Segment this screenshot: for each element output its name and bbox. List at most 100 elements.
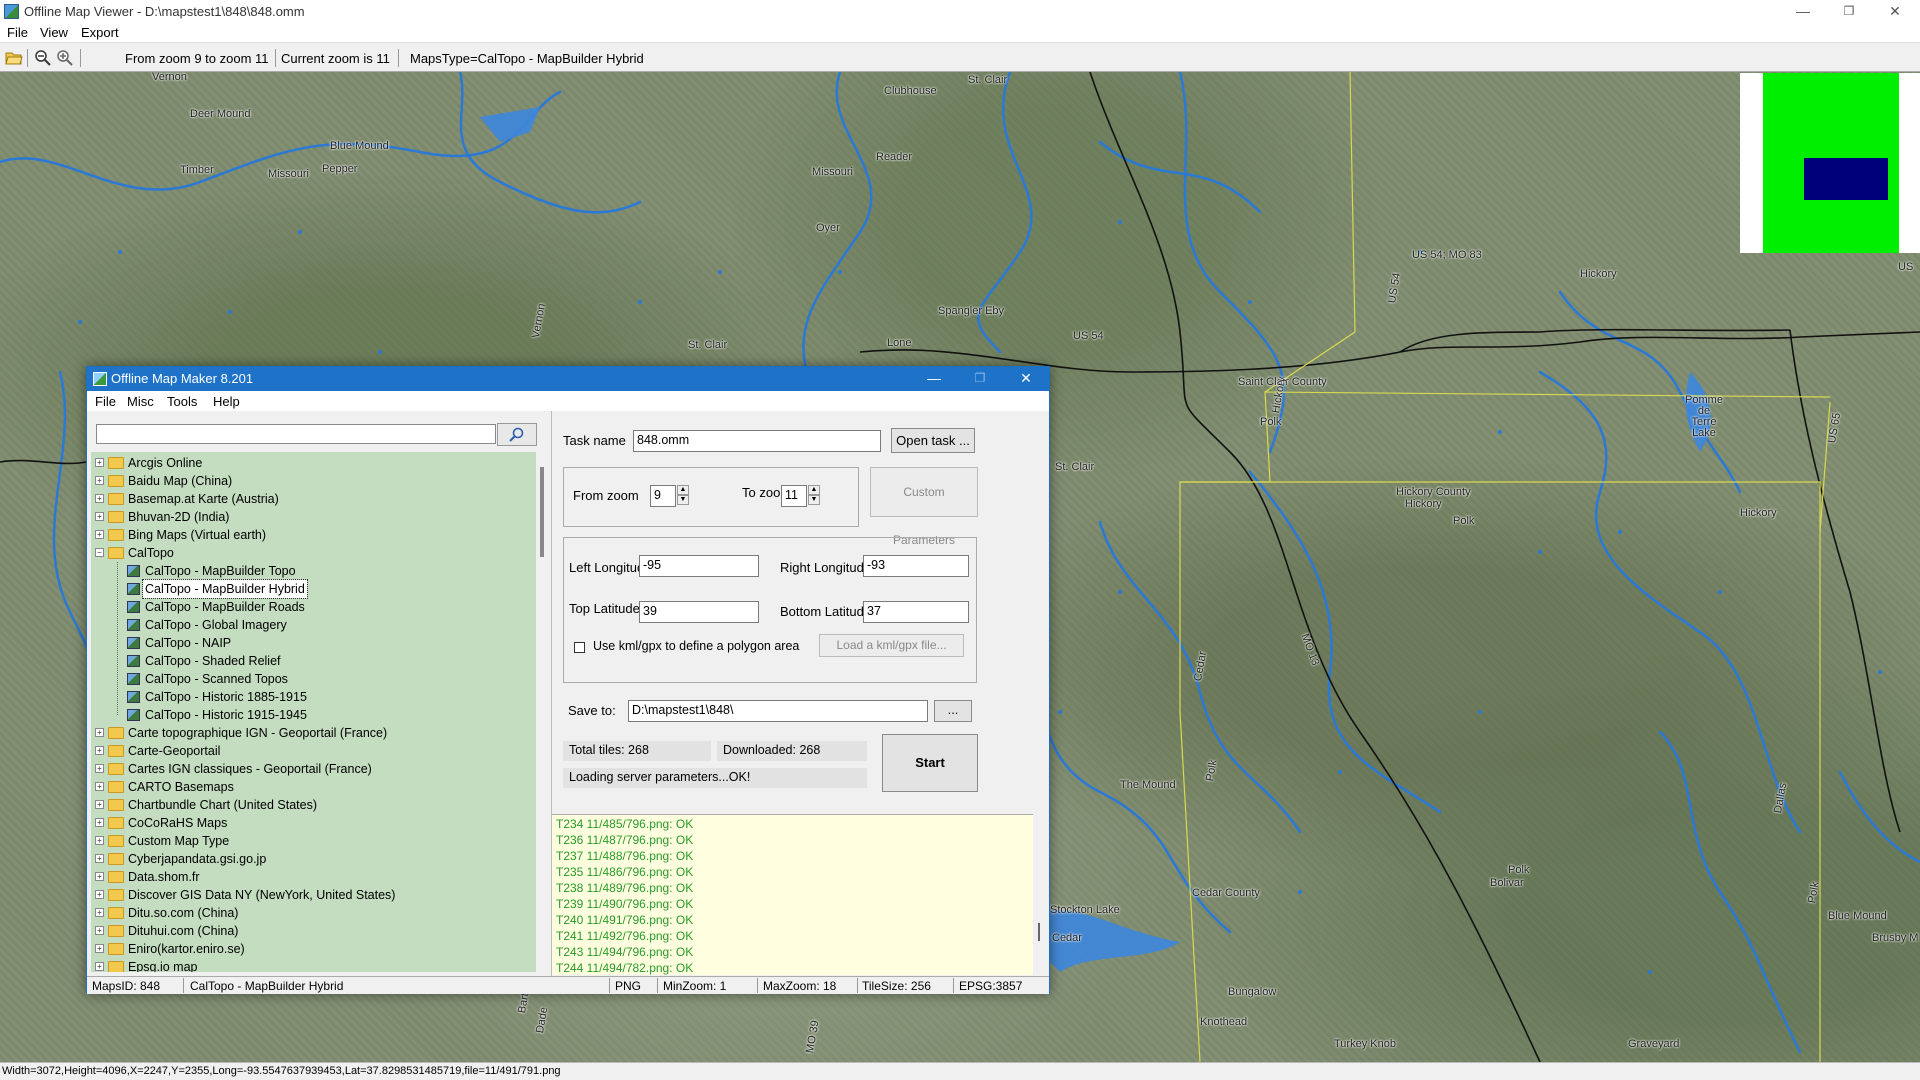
tree-folder-item[interactable]: + Bhuvan-2D (India) — [91, 508, 531, 526]
expand-icon[interactable]: + — [95, 458, 104, 467]
tree-map-item[interactable]: CalTopo - Scanned Topos — [91, 670, 531, 688]
task-name-input[interactable]: 848.omm — [633, 430, 881, 452]
top-latitude-input[interactable]: 39 — [639, 601, 759, 623]
map-type-tree[interactable]: + Arcgis Online + Baidu Map (China) + Basemap… — [91, 452, 536, 972]
tree-map-item[interactable]: CalTopo - MapBuilder Roads — [91, 598, 531, 616]
tree-folder-item[interactable]: + Data.shom.fr — [91, 868, 531, 886]
tree-folder-item[interactable]: + Bing Maps (Virtual earth) — [91, 526, 531, 544]
expand-icon[interactable]: + — [95, 764, 104, 773]
spin-down-icon[interactable]: ▼ — [677, 495, 689, 505]
bottom-latitude-label: Bottom Latitude — [780, 604, 872, 619]
tree-map-item[interactable]: CalTopo - MapBuilder Topo — [91, 562, 531, 580]
log-scrollbar-thumb[interactable] — [1038, 923, 1040, 941]
map-label: St. Clair — [968, 74, 1008, 86]
tree-folder-item[interactable]: + Arcgis Online — [91, 454, 531, 472]
tree-folder-item[interactable]: + Chartbundle Chart (United States) — [91, 796, 531, 814]
expand-icon[interactable]: + — [95, 926, 104, 935]
use-kml-checkbox[interactable] — [574, 642, 585, 653]
expand-icon[interactable]: + — [95, 872, 104, 881]
expand-icon[interactable]: + — [95, 818, 104, 827]
status-separator — [953, 978, 954, 993]
tree-map-item[interactable]: CalTopo - Historic 1915-1945 — [91, 706, 531, 724]
to-zoom-spinner[interactable]: ▲ ▼ — [808, 485, 820, 507]
zoom-in-icon[interactable] — [56, 49, 74, 67]
expand-icon[interactable]: + — [95, 890, 104, 899]
dialog-menu-misc[interactable]: Misc — [127, 394, 154, 409]
map-search-input[interactable] — [96, 424, 496, 444]
tree-folder-item[interactable]: − CalTopo — [91, 544, 531, 562]
tree-folder-item[interactable]: + Cartes IGN classiques - Geoportail (Fra… — [91, 760, 531, 778]
save-to-input[interactable]: D:\mapstest1\848\ — [628, 700, 928, 722]
tree-item-label: Epsg.io map — [128, 960, 198, 972]
browse-folder-button[interactable]: ... — [934, 700, 972, 722]
close-button[interactable]: ✕ — [1872, 0, 1918, 23]
start-button[interactable]: Start — [882, 734, 978, 792]
dialog-menu-help[interactable]: Help — [213, 394, 240, 409]
custom-parameters-button[interactable]: Custom Parameters — [870, 467, 978, 547]
open-folder-icon[interactable] — [5, 49, 23, 67]
tree-folder-item[interactable]: + Basemap.at Karte (Austria) — [91, 490, 531, 508]
tree-folder-item[interactable]: + Ditu.so.com (China) — [91, 904, 531, 922]
status-separator — [757, 978, 758, 993]
to-zoom-input[interactable]: 11 — [781, 485, 807, 507]
tree-folder-item[interactable]: + CARTO Basemaps — [91, 778, 531, 796]
maximize-button[interactable]: ❐ — [1826, 0, 1872, 23]
tree-map-item[interactable]: CalTopo - Shaded Relief — [91, 652, 531, 670]
menu-export[interactable]: Export — [81, 25, 119, 40]
collapse-icon[interactable]: − — [95, 548, 104, 557]
log-scrollbar[interactable] — [1033, 814, 1045, 974]
dialog-maximize-button[interactable]: ❐ — [957, 367, 1003, 391]
tree-folder-item[interactable]: + CoCoRaHS Maps — [91, 814, 531, 832]
expand-icon[interactable]: + — [95, 908, 104, 917]
expand-icon[interactable]: + — [95, 944, 104, 953]
load-kml-button[interactable]: Load a kml/gpx file... — [819, 634, 964, 657]
from-zoom-input[interactable]: 9 — [650, 485, 676, 507]
tree-folder-item[interactable]: + Cyberjapandata.gsi.go.jp — [91, 850, 531, 868]
expand-icon[interactable]: + — [95, 962, 104, 971]
expand-icon[interactable]: + — [95, 476, 104, 485]
expand-icon[interactable]: + — [95, 854, 104, 863]
right-longitude-label: Right Longitude — [780, 560, 872, 575]
tree-folder-item[interactable]: + Epsg.io map — [91, 958, 531, 972]
spin-down-icon[interactable]: ▼ — [808, 495, 820, 505]
download-log[interactable]: T234 11/485/796.png: OK T236 11/487/796.p… — [552, 814, 1033, 975]
tree-folder-item[interactable]: + Baidu Map (China) — [91, 472, 531, 490]
expand-icon[interactable]: + — [95, 800, 104, 809]
tree-map-item[interactable]: CalTopo - MapBuilder Hybrid — [91, 579, 531, 599]
tree-scrollbar-thumb[interactable] — [540, 467, 544, 557]
expand-icon[interactable]: + — [95, 782, 104, 791]
open-task-button[interactable]: Open task ... — [891, 428, 975, 453]
expand-icon[interactable]: + — [95, 836, 104, 845]
minimize-button[interactable]: — — [1780, 0, 1826, 23]
left-longitude-input[interactable]: -95 — [639, 555, 759, 577]
expand-icon[interactable]: + — [95, 746, 104, 755]
tree-folder-item[interactable]: + Carte-Geoportail — [91, 742, 531, 760]
dialog-menu-file[interactable]: File — [95, 394, 116, 409]
dialog-menu-tools[interactable]: Tools — [167, 394, 197, 409]
tree-folder-item[interactable]: + Dituhui.com (China) — [91, 922, 531, 940]
minimap-viewport[interactable] — [1804, 158, 1888, 200]
menu-view[interactable]: View — [40, 25, 68, 40]
expand-icon[interactable]: + — [95, 512, 104, 521]
tree-folder-item[interactable]: + Discover GIS Data NY (NewYork, United S… — [91, 886, 531, 904]
tree-map-item[interactable]: CalTopo - NAIP — [91, 634, 531, 652]
tree-map-item[interactable]: CalTopo - Global Imagery — [91, 616, 531, 634]
tree-folder-item[interactable]: + Eniro(kartor.eniro.se) — [91, 940, 531, 958]
spin-up-icon[interactable]: ▲ — [808, 485, 820, 495]
maps-id-text: MapsID: 848 — [92, 979, 161, 993]
spin-up-icon[interactable]: ▲ — [677, 485, 689, 495]
search-button[interactable] — [497, 423, 537, 446]
tree-map-item[interactable]: CalTopo - Historic 1885-1915 — [91, 688, 531, 706]
bottom-latitude-input[interactable]: 37 — [863, 601, 969, 623]
zoom-out-icon[interactable] — [34, 49, 52, 67]
menu-file[interactable]: File — [7, 25, 28, 40]
from-zoom-spinner[interactable]: ▲ ▼ — [677, 485, 689, 507]
tree-folder-item[interactable]: + Custom Map Type — [91, 832, 531, 850]
tree-folder-item[interactable]: + Carte topographique IGN - Geoportail (F… — [91, 724, 531, 742]
right-longitude-input[interactable]: -93 — [863, 555, 969, 577]
dialog-close-button[interactable]: ✕ — [1003, 367, 1049, 391]
dialog-minimize-button[interactable]: — — [911, 367, 957, 391]
expand-icon[interactable]: + — [95, 494, 104, 503]
expand-icon[interactable]: + — [95, 728, 104, 737]
expand-icon[interactable]: + — [95, 530, 104, 539]
